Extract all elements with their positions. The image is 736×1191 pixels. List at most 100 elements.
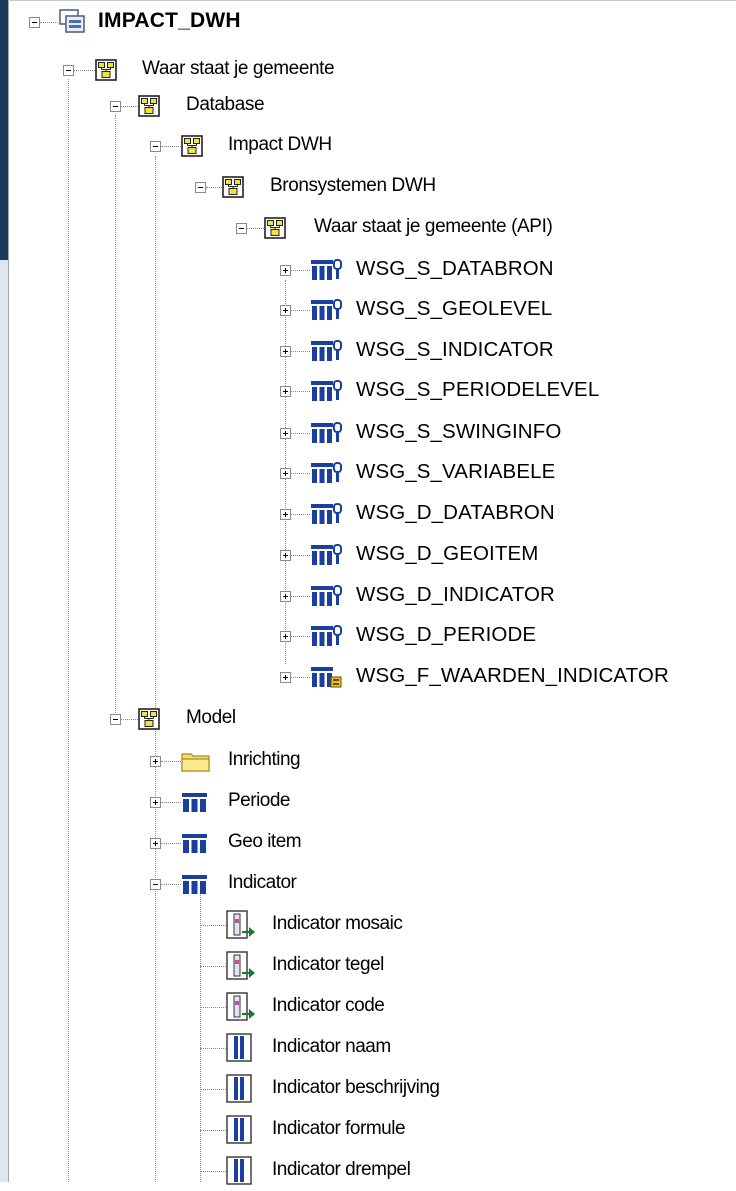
tree-connector-horizontal [161, 802, 181, 803]
tree-node-label: WSG_S_DATABRON [356, 257, 554, 280]
table-key-icon [310, 461, 344, 490]
database-model-icon [58, 8, 86, 41]
tree-node[interactable] [0, 824, 736, 862]
expand-toggle[interactable] [280, 550, 291, 561]
tree-connector-horizontal [200, 925, 226, 926]
attribute-icon [226, 1033, 254, 1068]
tree-node-label: WSG_D_INDICATOR [356, 583, 555, 606]
tree-node-label: Database [186, 94, 265, 115]
tree-node-label: Model [186, 707, 236, 728]
key-attribute-icon [226, 992, 258, 1027]
expand-toggle[interactable] [150, 797, 161, 808]
attribute-icon [226, 1074, 254, 1109]
tree-node-label: WSG_D_PERIODE [356, 623, 537, 646]
package-icon [181, 135, 203, 162]
collapse-toggle[interactable] [29, 17, 40, 28]
expand-toggle[interactable] [280, 468, 291, 479]
tree-node-label: WSG_S_INDICATOR [356, 338, 554, 361]
expand-toggle[interactable] [280, 265, 291, 276]
tree-connector-horizontal [200, 966, 226, 967]
tree-connector-horizontal [291, 433, 310, 434]
tree-connector-horizontal [161, 843, 181, 844]
tree-node-label: WSG_D_DATABRON [356, 501, 555, 524]
tree-node-label: WSG_F_WAARDEN_INDICATOR [356, 664, 669, 687]
tree-connector-horizontal [200, 1171, 226, 1172]
tree-node-label: Impact DWH [228, 134, 332, 155]
table-key-icon [310, 543, 344, 572]
tree-connector-horizontal [121, 719, 138, 720]
collapse-toggle[interactable] [195, 182, 206, 193]
expand-toggle[interactable] [150, 838, 161, 849]
tree-connector-horizontal [291, 677, 310, 678]
key-attribute-icon [226, 910, 258, 945]
tree-node[interactable] [0, 865, 736, 903]
tree-node-label: WSG_S_VARIABELE [356, 460, 556, 483]
tree-node-label: Waar staat je gemeente (API) [314, 216, 553, 237]
expand-toggle[interactable] [280, 386, 291, 397]
collapse-toggle[interactable] [150, 141, 161, 152]
collapse-toggle[interactable] [110, 101, 121, 112]
key-attribute-icon [226, 951, 258, 986]
tree-node-label: Indicator mosaic [272, 913, 403, 934]
tree-connector-horizontal [200, 1007, 226, 1008]
expand-toggle[interactable] [280, 509, 291, 520]
tree-node-label: WSG_S_SWINGINFO [356, 420, 562, 443]
tree-node-label: Indicator [228, 872, 297, 893]
model-tree: IMPACT_DWH Waar staat je gemeente Databa… [0, 0, 736, 1185]
collapse-toggle[interactable] [150, 879, 161, 890]
tree-node-label: Indicator drempel [272, 1159, 411, 1180]
expand-toggle[interactable] [280, 591, 291, 602]
collapse-toggle[interactable] [63, 65, 74, 76]
dimension-icon [181, 832, 209, 859]
table-key-icon [310, 379, 344, 408]
tree-connector-horizontal [161, 884, 181, 885]
tree-node-label: Indicator naam [272, 1036, 391, 1057]
expand-toggle[interactable] [150, 756, 161, 767]
attribute-icon [226, 1156, 254, 1191]
tree-node-label: Indicator code [272, 995, 385, 1016]
folder-icon [181, 750, 211, 777]
tree-connector-horizontal [121, 106, 138, 107]
tree-node-label: Indicator formule [272, 1118, 406, 1139]
package-icon [95, 59, 117, 86]
tree-node[interactable] [0, 127, 736, 165]
tree-connector-horizontal [200, 1048, 226, 1049]
expand-toggle[interactable] [280, 346, 291, 357]
tree-node-label: Bronsystemen DWH [270, 175, 436, 196]
table-key-icon [310, 339, 344, 368]
tree-node-label: WSG_D_GEOITEM [356, 542, 539, 565]
table-key-icon [310, 298, 344, 327]
tree-node[interactable] [0, 742, 736, 780]
package-icon [138, 708, 160, 735]
tree-node-label: Geo item [228, 831, 302, 852]
tree-connector-horizontal [291, 514, 310, 515]
tree-connector-horizontal [291, 270, 310, 271]
tree-connector-horizontal [291, 351, 310, 352]
tree-connector-horizontal [247, 228, 264, 229]
expand-toggle[interactable] [280, 305, 291, 316]
table-key-icon [310, 624, 344, 653]
tree-node-label: Indicator beschrijving [272, 1077, 440, 1098]
table-key-icon [310, 258, 344, 287]
package-icon [264, 217, 286, 244]
tree-connector-horizontal [200, 1130, 226, 1131]
tree-node-label: WSG_S_GEOLEVEL [356, 297, 553, 320]
expand-toggle[interactable] [280, 672, 291, 683]
tree-connector-horizontal [291, 636, 310, 637]
table-key-icon [310, 502, 344, 531]
package-icon [138, 95, 160, 122]
table-key-icon [310, 584, 344, 613]
tree-node-label: Waar staat je gemeente [142, 58, 335, 79]
tree-connector-horizontal [291, 310, 310, 311]
collapse-toggle[interactable] [110, 714, 121, 725]
tree-node-label: WSG_S_PERIODELEVEL [356, 378, 600, 401]
expand-toggle[interactable] [280, 631, 291, 642]
collapse-toggle[interactable] [236, 223, 247, 234]
tree-node-label: Inrichting [228, 749, 301, 770]
tree-node-label: Indicator tegel [272, 954, 384, 975]
tree-node-label: Periode [228, 790, 291, 811]
tree-node[interactable] [0, 783, 736, 821]
expand-toggle[interactable] [280, 428, 291, 439]
tree-connector-horizontal [291, 473, 310, 474]
tree-connector-horizontal [161, 146, 181, 147]
